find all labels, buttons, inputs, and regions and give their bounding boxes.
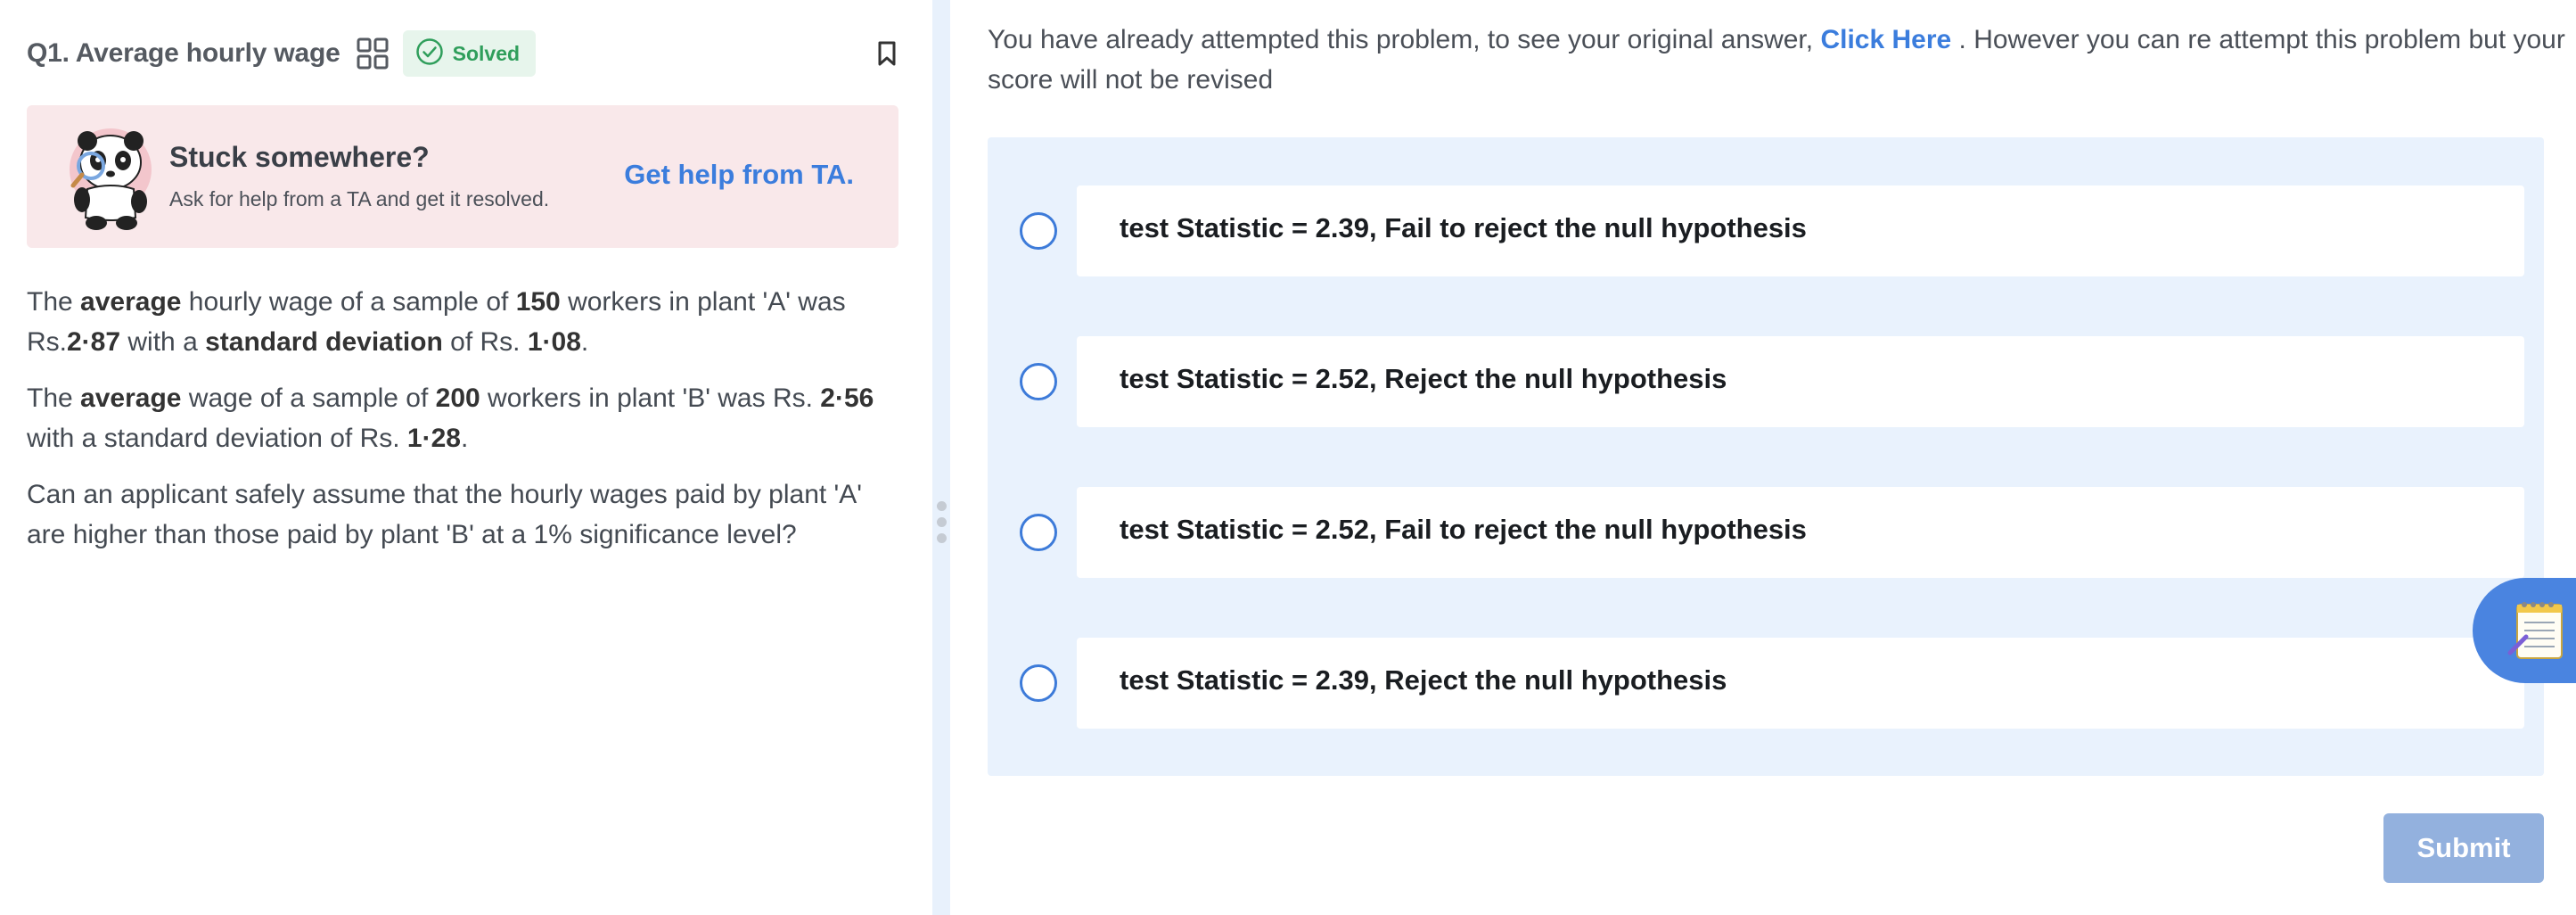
problem-paragraph-2: The average wage of a sample of 200 work… <box>27 383 874 453</box>
question-header: Q1. Average hourly wage Solved <box>27 27 900 80</box>
radio-button[interactable] <box>1020 363 1057 400</box>
help-card-title: Stuck somewhere? <box>169 141 430 173</box>
options-list: test Statistic = 2.39, Fail to reject th… <box>988 137 2544 776</box>
option-1[interactable]: test Statistic = 2.39, Fail to reject th… <box>988 185 2544 276</box>
option-label: test Statistic = 2.52, Reject the null h… <box>1120 363 1727 394</box>
solved-badge: Solved <box>402 30 537 77</box>
question-title: Q1. Average hourly wage <box>27 38 340 68</box>
option-card[interactable]: test Statistic = 2.39, Reject the null h… <box>1077 638 2524 729</box>
grid-icon[interactable] <box>357 37 389 70</box>
help-card: Stuck somewhere? Ask for help from a TA … <box>27 105 898 248</box>
panel-divider[interactable] <box>932 0 950 915</box>
problem-paragraph-1: The average hourly wage of a sample of 1… <box>27 287 846 357</box>
option-4[interactable]: test Statistic = 2.39, Reject the null h… <box>988 638 2544 729</box>
solved-badge-label: Solved <box>452 41 521 65</box>
radio-button[interactable] <box>1020 664 1057 702</box>
option-card[interactable]: test Statistic = 2.52, Fail to reject th… <box>1077 487 2524 578</box>
problem-paragraph-3: Can an applicant safely assume that the … <box>27 480 863 549</box>
bookmark-icon[interactable] <box>874 40 900 67</box>
option-3[interactable]: test Statistic = 2.52, Fail to reject th… <box>988 487 2544 578</box>
notepad-icon <box>2505 598 2571 664</box>
problem-statement: The average hourly wage of a sample of 1… <box>27 282 900 571</box>
submit-button[interactable]: Submit <box>2383 813 2544 883</box>
get-help-link[interactable]: Get help from TA. <box>624 159 854 191</box>
option-card[interactable]: test Statistic = 2.52, Reject the null h… <box>1077 336 2524 427</box>
option-card[interactable]: test Statistic = 2.39, Fail to reject th… <box>1077 185 2524 276</box>
original-answer-link[interactable]: Click Here <box>1820 25 1951 54</box>
problem-panel: Q1. Average hourly wage Solved Stuck som… <box>0 0 932 915</box>
option-label: test Statistic = 2.39, Fail to reject th… <box>1120 212 1807 243</box>
help-card-subtitle: Ask for help from a TA and get it resolv… <box>169 187 550 210</box>
attempt-notice: You have already attempted this problem,… <box>988 25 2565 95</box>
check-circle-icon <box>415 37 444 70</box>
drag-handle-icon[interactable] <box>936 501 947 544</box>
option-label: test Statistic = 2.52, Fail to reject th… <box>1120 514 1807 545</box>
app-root: Q1. Average hourly wage Solved Stuck som… <box>0 0 2576 915</box>
panda-mascot-icon <box>53 118 169 235</box>
option-label: test Statistic = 2.39, Reject the null h… <box>1120 664 1727 696</box>
radio-button[interactable] <box>1020 514 1057 551</box>
notes-button[interactable] <box>2473 578 2576 683</box>
option-2[interactable]: test Statistic = 2.52, Reject the null h… <box>988 336 2544 427</box>
radio-button[interactable] <box>1020 212 1057 250</box>
answer-panel: You have already attempted this problem,… <box>950 0 2576 915</box>
